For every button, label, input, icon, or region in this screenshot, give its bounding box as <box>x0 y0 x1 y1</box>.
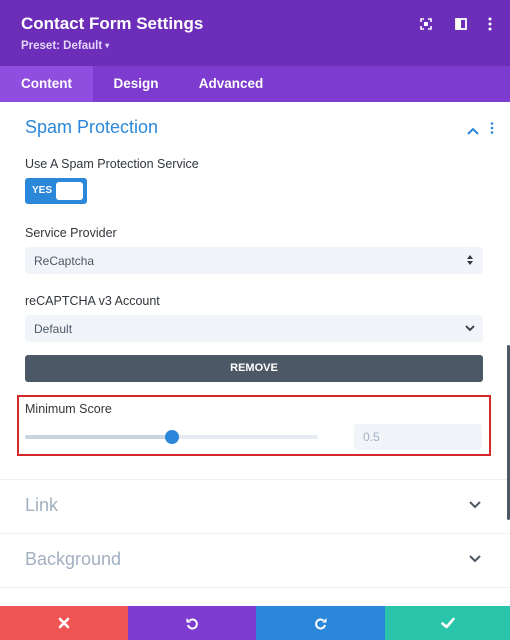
save-button[interactable] <box>385 606 510 640</box>
spam-service-toggle[interactable]: YES <box>25 178 87 204</box>
chevron-down-icon <box>469 555 481 563</box>
section-title-spam-protection[interactable]: Spam Protection <box>25 117 158 138</box>
modal-header: Contact Form Settings Preset: Default ▾ <box>0 0 510 66</box>
more-options-icon[interactable] <box>482 16 498 32</box>
section-background[interactable]: Background <box>0 534 510 588</box>
chevron-down-icon <box>465 325 475 332</box>
remove-button[interactable]: REMOVE <box>25 355 483 382</box>
redo-button[interactable] <box>256 606 385 640</box>
section-title-background: Background <box>25 549 122 569</box>
preset-selector[interactable]: Preset: Default ▾ <box>21 40 109 52</box>
chevron-up-icon[interactable] <box>467 122 479 140</box>
section-link[interactable]: Link <box>0 480 510 534</box>
recaptcha-account-select[interactable]: Default <box>25 315 483 342</box>
preset-label: Preset: Default <box>21 40 103 52</box>
divider <box>0 587 510 588</box>
section-title-link: Link <box>25 495 59 515</box>
caret-down-icon: ▾ <box>105 41 110 50</box>
tab-bar: Content Design Advanced <box>0 66 510 102</box>
undo-icon <box>186 618 198 630</box>
slider-fill <box>25 435 172 439</box>
service-provider-value: ReCaptcha <box>34 254 95 268</box>
minimum-score-slider[interactable] <box>25 430 318 444</box>
minimum-score-label: Minimum Score <box>25 402 112 416</box>
recaptcha-account-label: reCAPTCHA v3 Account <box>25 294 160 308</box>
toggle-state-text: YES <box>32 185 53 196</box>
service-provider-label: Service Provider <box>25 226 117 240</box>
minimum-score-input[interactable]: 0.5 <box>354 424 482 450</box>
chevron-down-icon <box>469 501 481 509</box>
discard-button[interactable] <box>0 606 128 640</box>
check-icon <box>440 617 455 629</box>
page-title: Contact Form Settings <box>21 14 204 33</box>
toggle-knob <box>56 182 83 200</box>
section-more-icon[interactable] <box>490 121 494 139</box>
tab-advanced[interactable]: Advanced <box>190 66 272 102</box>
settings-panel: Spam Protection Use A Spam Protection Se… <box>0 102 510 606</box>
close-icon <box>58 617 70 629</box>
fullscreen-icon[interactable] <box>418 16 434 32</box>
redo-icon <box>314 618 326 630</box>
use-spam-service-label: Use A Spam Protection Service <box>25 157 199 171</box>
sort-arrows-icon <box>467 255 473 265</box>
tab-design[interactable]: Design <box>100 66 172 102</box>
sidebar-layout-icon[interactable] <box>453 16 469 32</box>
undo-button[interactable] <box>128 606 256 640</box>
recaptcha-account-value: Default <box>34 322 73 336</box>
slider-thumb[interactable] <box>164 430 179 444</box>
tab-content[interactable]: Content <box>0 66 93 102</box>
service-provider-select[interactable]: ReCaptcha <box>25 247 483 274</box>
footer-action-bar <box>0 606 510 640</box>
